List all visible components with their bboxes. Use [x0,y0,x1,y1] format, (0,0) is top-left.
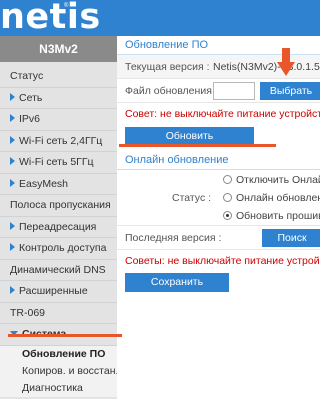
down-arrow-icon [277,48,295,76]
highlight-underline-update [119,144,276,147]
sidebar-item[interactable]: Динамический DNS [0,260,117,281]
sidebar-item-label: TR-069 [10,306,46,319]
sidebar-item[interactable]: Wi-Fi сеть 5ГГц [0,152,117,174]
radio-online[interactable] [223,193,232,202]
sidebar-item-label: Сеть [19,91,43,104]
registered-mark: ® [64,3,69,9]
online-status-row: Статус : Отключить Онлайн Онлайн обновле… [117,170,320,226]
sidebar-item-label: Расширенные [19,285,88,297]
sidebar-item[interactable]: Сеть [0,88,117,109]
sidebar-item[interactable]: IPv6 [0,109,117,131]
model-name: N3Mv2 [0,36,117,62]
sidebar-item-label: Переадресация [19,220,97,233]
file-path-input[interactable] [213,82,255,100]
caret-right-icon [10,286,15,294]
caret-right-icon [10,157,15,165]
radio-option-online[interactable]: Онлайн обновление [223,189,320,207]
sidebar-item-label: Статус [10,70,44,82]
caret-right-icon [10,178,15,187]
caret-right-icon [10,135,15,144]
sidebar-item-label: Wi-Fi сеть 5ГГц [19,156,94,168]
sidebar-subitem[interactable]: Обновление ПО [0,345,117,363]
sidebar-item[interactable]: Контроль доступа [0,238,117,260]
caret-right-icon [10,243,15,251]
sidebar-subitem[interactable]: Копиров. и восстан. [0,362,117,380]
sidebar-item-label: IPv6 [19,113,41,125]
online-status-label: Статус : [172,192,212,204]
sidebar-item-label: EasyMesh [19,177,69,190]
caret-right-icon [10,114,15,122]
netis-logo: netis [0,0,101,37]
radio-update[interactable] [223,211,232,220]
sidebar: N3Mv2 Статус Сеть IPv6 Wi-Fi сеть 2,4ГГц Wi-… [0,36,117,399]
caret-right-icon [10,92,15,101]
online-section-title: Онлайн обновление [117,151,320,170]
browse-button[interactable]: Выбрать [260,82,320,100]
last-version-label: Последняя версия : [125,232,222,244]
radio-disable[interactable] [223,175,232,184]
sidebar-item[interactable]: Расширенные [0,281,117,303]
upgrade-warning: Совет: не выключайте питание устройства [125,108,320,120]
radio-option-update[interactable]: Обновить прошивку [223,207,320,225]
online-warning: Советы: не выключайте питание устройства [125,255,320,267]
sidebar-item-label: Контроль доступа [19,242,107,254]
update-button-wrap: Обновить [117,125,320,151]
sidebar-item[interactable]: TR-069 [0,303,117,324]
caret-right-icon [10,221,15,230]
sidebar-item[interactable]: Переадресация [0,217,117,238]
sidebar-item-label: Wi-Fi сеть 2,4ГГц [19,134,103,147]
sidebar-item-label: Полоса пропускания [10,199,111,211]
last-version-row: Последняя версия : Поиск [117,226,320,250]
sidebar-item[interactable]: EasyMesh [0,174,117,195]
top-header: netis ® [0,0,320,36]
file-upload-row: Файл обновления : Выбрать [117,79,320,103]
highlight-underline-sidebar [8,334,122,337]
main-content: Обновление ПО Текущая версия : Netis(N3M… [117,36,320,399]
sidebar-item[interactable]: Полоса пропускания [0,195,117,217]
current-version-value: Netis(N3Mv2)-V3.0.1.55 [213,61,320,73]
sidebar-subitem[interactable]: Диагностика [0,379,117,397]
file-upload-label: Файл обновления : [125,85,218,97]
sidebar-item[interactable]: Статус [0,66,117,88]
sidebar-item[interactable]: Wi-Fi сеть 2,4ГГц [0,131,117,152]
sidebar-item-label: Динамический DNS [10,263,106,276]
search-button[interactable]: Поиск [262,229,320,247]
radio-option-disable[interactable]: Отключить Онлайн [223,171,320,189]
save-button-wrap: Сохранить [117,272,320,298]
save-button[interactable]: Сохранить [125,273,229,292]
current-version-label: Текущая версия : [125,61,210,73]
